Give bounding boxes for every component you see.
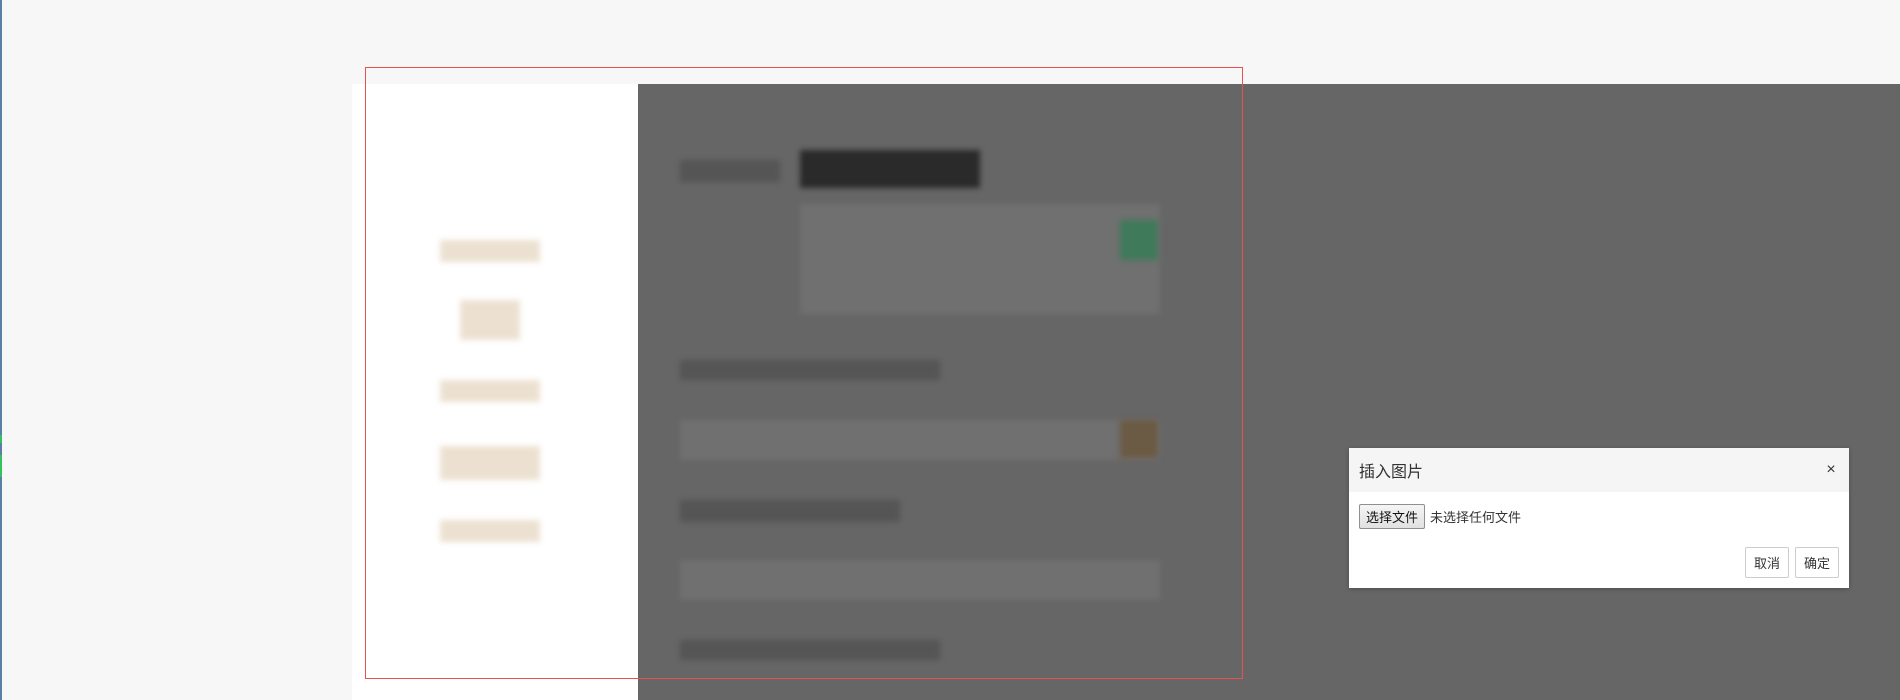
dialog-header: 插入图片 ×: [1349, 448, 1849, 492]
blurred-field: [680, 360, 940, 380]
form-label: [440, 380, 540, 402]
form-label: [460, 300, 520, 340]
blurred-field: [800, 150, 980, 188]
cancel-button[interactable]: 取消: [1744, 547, 1789, 578]
insert-image-dialog: 插入图片 × 选择文件 未选择任何文件 取消 确定: [1349, 448, 1849, 588]
blurred-field: [680, 640, 940, 660]
form-label: [440, 240, 540, 262]
blurred-field: [680, 160, 780, 182]
edge-marker: [0, 435, 2, 443]
choose-file-button[interactable]: 选择文件: [1359, 504, 1426, 529]
confirm-button[interactable]: 确定: [1794, 547, 1839, 578]
blurred-field: [680, 420, 1160, 460]
blurred-field: [680, 560, 1160, 600]
file-status: 未选择任何文件: [1430, 510, 1522, 525]
form-label: [440, 520, 540, 542]
blurred-field: [680, 500, 900, 522]
dialog-title: 插入图片: [1359, 464, 1424, 481]
blurred-image: [1120, 220, 1158, 260]
form-label: [440, 446, 540, 480]
edge-marker: [0, 455, 2, 477]
blurred-field: [800, 204, 1160, 314]
blurred-image: [1120, 420, 1158, 458]
modal-backdrop: [638, 84, 1900, 700]
window-left-edge: [0, 0, 2, 700]
dialog-footer: 取消 确定: [1744, 547, 1839, 578]
dialog-body: 选择文件 未选择任何文件: [1349, 492, 1849, 529]
close-icon[interactable]: ×: [1823, 461, 1839, 479]
